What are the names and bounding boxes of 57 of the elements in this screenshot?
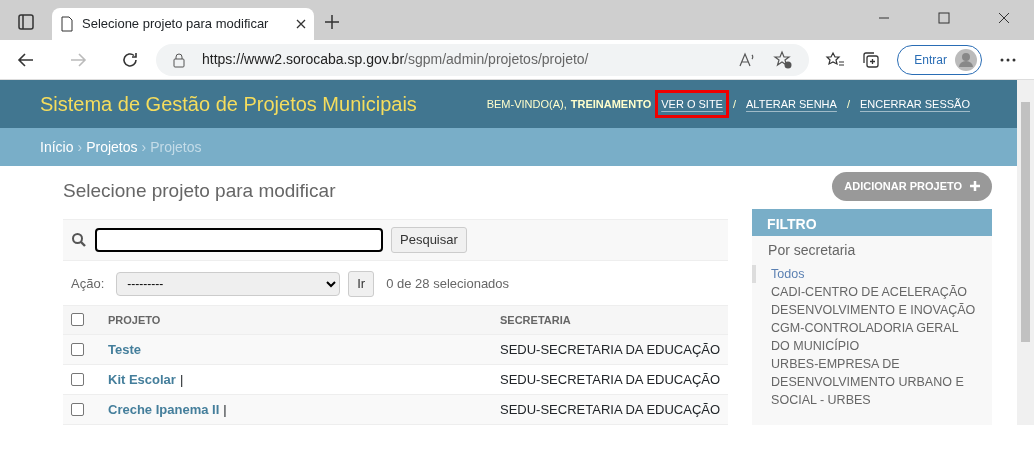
page-title: Selecione projeto para modificar bbox=[63, 180, 337, 203]
action-select[interactable]: --------- bbox=[116, 271, 341, 296]
header-link[interactable]: ENCERRAR SESSÃO bbox=[853, 90, 976, 118]
project-link[interactable]: Creche Ipanema II bbox=[108, 399, 220, 420]
table-cell-text: SEDU-SECRETARIA DA EDUCAÇÃO bbox=[500, 370, 721, 389]
filter-option[interactable]: CGM-CONTROLADORIA GERAL DO MUNICÍPIO bbox=[752, 318, 993, 355]
row-checkbox[interactable] bbox=[71, 402, 84, 416]
row-checkbox[interactable] bbox=[71, 342, 84, 356]
header-link[interactable]: ALTERAR SENHA bbox=[740, 90, 843, 118]
separator-text: / bbox=[846, 96, 850, 112]
search-icon bbox=[71, 231, 87, 248]
select-all-checkbox[interactable] bbox=[71, 313, 84, 327]
breadcrumb-separator: › bbox=[141, 137, 147, 157]
column-header: PROJETO bbox=[108, 312, 162, 328]
url-text: https://www2.sorocaba.sp.gov.br/sgpm/admin/projetos/projeto/ bbox=[202, 50, 590, 69]
tab-actions-icon[interactable] bbox=[16, 12, 36, 32]
project-link[interactable]: Teste bbox=[108, 339, 141, 360]
column-header: SECRETARIA bbox=[500, 312, 571, 328]
close-icon[interactable] bbox=[998, 12, 1010, 24]
selection-counter: 0 de 28 selecionados bbox=[386, 275, 510, 294]
search-button[interactable]: Pesquisar bbox=[391, 227, 467, 253]
project-link[interactable]: Kit Escolar bbox=[108, 369, 176, 390]
filter-option[interactable]: CADI-CENTRO DE ACELERAÇÃO DESENVOLVIMENTO E INOVAÇÃO bbox=[752, 282, 993, 319]
tab-title: Selecione projeto para modificar bbox=[82, 15, 270, 34]
close-icon[interactable] bbox=[296, 19, 306, 29]
collections-icon[interactable] bbox=[861, 49, 882, 70]
separator-text: | bbox=[223, 400, 227, 419]
go-button[interactable]: Ir bbox=[348, 271, 375, 297]
add-project-button[interactable]: ADICIONAR PROJETO bbox=[832, 172, 993, 201]
row-checkbox[interactable] bbox=[71, 372, 84, 386]
scrollbar[interactable] bbox=[1017, 80, 1034, 425]
filter-option[interactable]: URBES-EMPRESA DE DESENVOLVIMENTO URBANO E SOCIAL - URBES bbox=[752, 354, 993, 409]
search-field[interactable] bbox=[95, 227, 383, 252]
page-icon bbox=[60, 16, 74, 32]
header-link[interactable]: VER O SITE bbox=[655, 90, 729, 118]
avatar-icon bbox=[955, 48, 977, 71]
breadcrumb-separator: › bbox=[77, 137, 83, 157]
breadcrumb-current: Projetos bbox=[150, 137, 202, 157]
filter-title: FILTRO bbox=[752, 208, 993, 236]
lock-icon bbox=[172, 51, 186, 68]
table-cell-text: SEDU-SECRETARIA DA EDUCAÇÃO bbox=[500, 400, 721, 419]
maximize-icon[interactable] bbox=[938, 12, 950, 24]
table-cell-text: SEDU-SECRETARIA DA EDUCAÇÃO bbox=[500, 340, 721, 359]
filter-group-title: Por secretaria bbox=[767, 240, 857, 260]
plus-icon bbox=[970, 181, 981, 192]
new-tab-icon[interactable] bbox=[322, 12, 342, 32]
separator-text: / bbox=[732, 96, 737, 112]
address-bar[interactable]: https://www2.sorocaba.sp.gov.br/sgpm/admin/projetos/projeto/ bbox=[156, 43, 810, 76]
welcome-text: BEM-VINDO(A), bbox=[486, 96, 567, 112]
filter-option[interactable]: Todos bbox=[752, 264, 993, 283]
user-name: TREINAMENTO bbox=[570, 96, 652, 112]
sign-in-button[interactable]: Entrar bbox=[897, 44, 982, 75]
action-label: Ação: bbox=[71, 275, 105, 294]
star-plus-icon[interactable] bbox=[773, 49, 794, 70]
separator-text: | bbox=[179, 370, 184, 389]
site-title: Sistema de Gestão de Projetos Municipais bbox=[40, 92, 417, 117]
browser-tab[interactable]: Selecione projeto para modificar bbox=[52, 8, 314, 40]
